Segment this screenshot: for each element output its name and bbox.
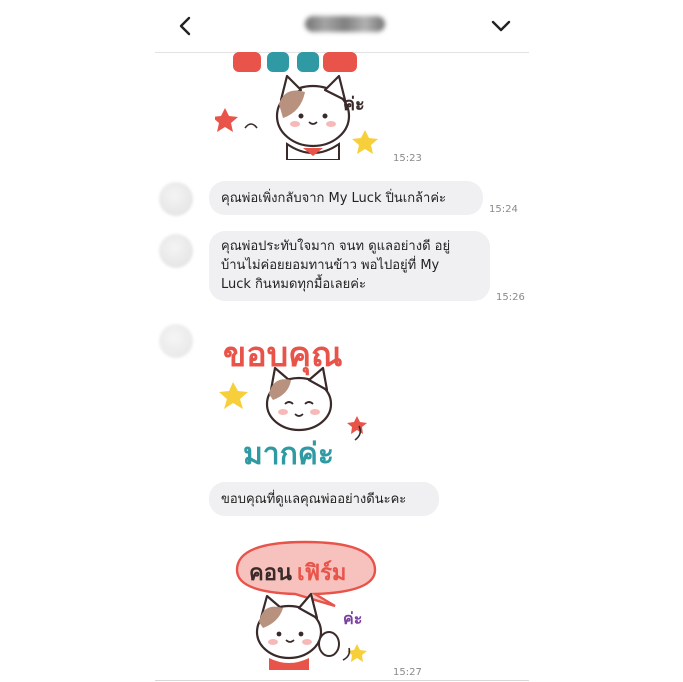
sticker-text-line2: มากค่ะ (243, 437, 334, 472)
message-time: 15:27 (393, 667, 422, 678)
message-time: 15:24 (489, 204, 518, 215)
cat-sticker-confirm[interactable]: คอน เฟิร์ม ค่ะ (225, 536, 395, 676)
chat-window: ค่ะ 15:23 คุณพ่อเพิ่งกลับจาก My Luck ปิ่… (155, 0, 529, 682)
message-line: Luck กินหมดทุกมื้อเลยค่ะ (221, 277, 366, 292)
avatar[interactable] (159, 324, 193, 358)
chevron-left-icon (179, 16, 191, 36)
cat-sticker-confirm-art: คอน เฟิร์ม ค่ะ (235, 540, 377, 670)
cat-sticker-thank-you[interactable]: ขอบคุณ มากค่ะ (215, 324, 385, 474)
message-time: 15:23 (393, 153, 422, 164)
back-button[interactable] (171, 12, 199, 40)
menu-toggle-button[interactable] (487, 12, 515, 40)
sticker-suffix: ค่ะ (343, 609, 362, 628)
sticker-text-line1: ขอบคุณ (223, 335, 343, 376)
divider (155, 680, 529, 681)
chevron-down-icon (491, 20, 511, 32)
sticker-ka-text: ค่ะ (343, 94, 365, 115)
message-bubble[interactable]: ขอบคุณที่ดูแลคุณพ่ออย่างดีนะคะ (209, 482, 439, 516)
message-bubble[interactable]: คุณพ่อประทับใจมาก จนท ดูแลอย่างดี อยู่ บ… (209, 231, 490, 301)
sticker-word1: คอน (249, 561, 292, 586)
message-text: ขอบคุณที่ดูแลคุณพ่ออย่างดีนะคะ (221, 492, 407, 507)
message-bubble[interactable]: คุณพ่อเพิ่งกลับจาก My Luck ปิ่นเกล้าค่ะ (209, 181, 483, 215)
message-line: คุณพ่อประทับใจมาก จนท ดูแลอย่างดี อยู่ (221, 239, 451, 254)
cat-sticker-thank-you-art: ขอบคุณ มากค่ะ (219, 335, 367, 472)
cat-sticker-top-art: ค่ะ (215, 52, 378, 160)
message-text: คุณพ่อเพิ่งกลับจาก My Luck ปิ่นเกล้าค่ะ (221, 191, 447, 206)
message-line: บ้านไม่ค่อยยอมทานข้าว พอไปอยู่ที่ My (221, 258, 440, 273)
avatar[interactable] (159, 182, 193, 216)
message-time: 15:26 (496, 292, 525, 303)
chat-title-redacted (305, 16, 385, 32)
chat-header (155, 0, 529, 53)
avatar[interactable] (159, 234, 193, 268)
cat-sticker-top[interactable]: ค่ะ (215, 52, 385, 160)
sticker-word2: เฟิร์ม (297, 560, 346, 586)
